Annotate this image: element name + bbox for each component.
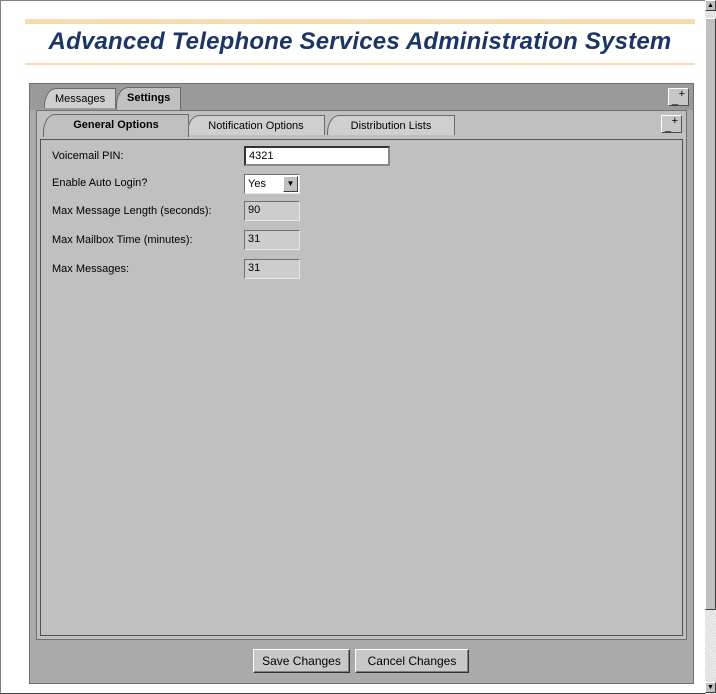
tab-messages[interactable]: Messages <box>44 88 117 108</box>
tab-general-options-label: General Options <box>73 119 159 131</box>
cancel-button[interactable]: Cancel Changes <box>355 649 469 673</box>
inner-tabstrip: General Options Notification Options Dis… <box>37 111 686 137</box>
plus-icon: + <box>671 115 678 127</box>
save-button[interactable]: Save Changes <box>253 649 350 673</box>
tab-notification-options-label: Notification Options <box>208 120 304 132</box>
chevron-down-icon[interactable]: ▼ <box>283 176 298 192</box>
max-message-length-label: Max Message Length (seconds): <box>52 205 212 217</box>
maximize-icon: _ <box>665 121 672 133</box>
auto-login-label: Enable Auto Login? <box>52 177 148 189</box>
voicemail-pin-input[interactable]: 4321 <box>244 146 390 166</box>
max-mailbox-time-field: 31 <box>244 230 300 250</box>
header: Advanced Telephone Services Administrati… <box>25 19 695 65</box>
auto-login-select[interactable]: Yes ▼ <box>244 174 300 194</box>
outer-tab-panel: Messages Settings _ + General Options No… <box>29 83 694 684</box>
max-mailbox-time-label: Max Mailbox Time (minutes): <box>52 234 193 246</box>
inner-maximize-button[interactable]: _ + <box>661 115 682 133</box>
button-bar: Save Changes Cancel Changes <box>30 644 693 674</box>
plus-icon: + <box>678 88 685 100</box>
max-messages-label: Max Messages: <box>52 263 130 275</box>
tab-general-options[interactable]: General Options <box>43 114 189 137</box>
auto-login-value: Yes <box>248 178 266 190</box>
page-title: Advanced Telephone Services Administrati… <box>48 28 672 55</box>
max-message-length-field: 90 <box>244 201 300 221</box>
max-messages-field: 31 <box>244 259 300 279</box>
app-window: Advanced Telephone Services Administrati… <box>0 0 706 694</box>
tab-notification-options[interactable]: Notification Options <box>187 115 325 135</box>
scroll-down-icon[interactable]: ▼ <box>705 682 716 693</box>
maximize-icon: _ <box>672 94 679 106</box>
general-options-form: Voicemail PIN: 4321 Enable Auto Login? Y… <box>40 139 683 636</box>
tab-distribution-lists[interactable]: Distribution Lists <box>327 115 455 135</box>
tab-settings-label: Settings <box>127 92 171 104</box>
tab-distribution-lists-label: Distribution Lists <box>350 120 432 132</box>
tab-settings[interactable]: Settings <box>116 87 182 110</box>
voicemail-pin-label: Voicemail PIN: <box>52 150 124 162</box>
inner-tab-panel: General Options Notification Options Dis… <box>36 110 687 640</box>
outer-tabstrip: Messages Settings _ + <box>30 84 693 110</box>
scrollbar-thumb[interactable] <box>705 18 716 610</box>
scroll-up-icon[interactable]: ▲ <box>705 0 716 11</box>
vertical-scrollbar[interactable]: ▲ ▼ <box>705 0 716 694</box>
outer-maximize-button[interactable]: _ + <box>668 88 689 106</box>
tab-messages-label: Messages <box>55 93 106 105</box>
